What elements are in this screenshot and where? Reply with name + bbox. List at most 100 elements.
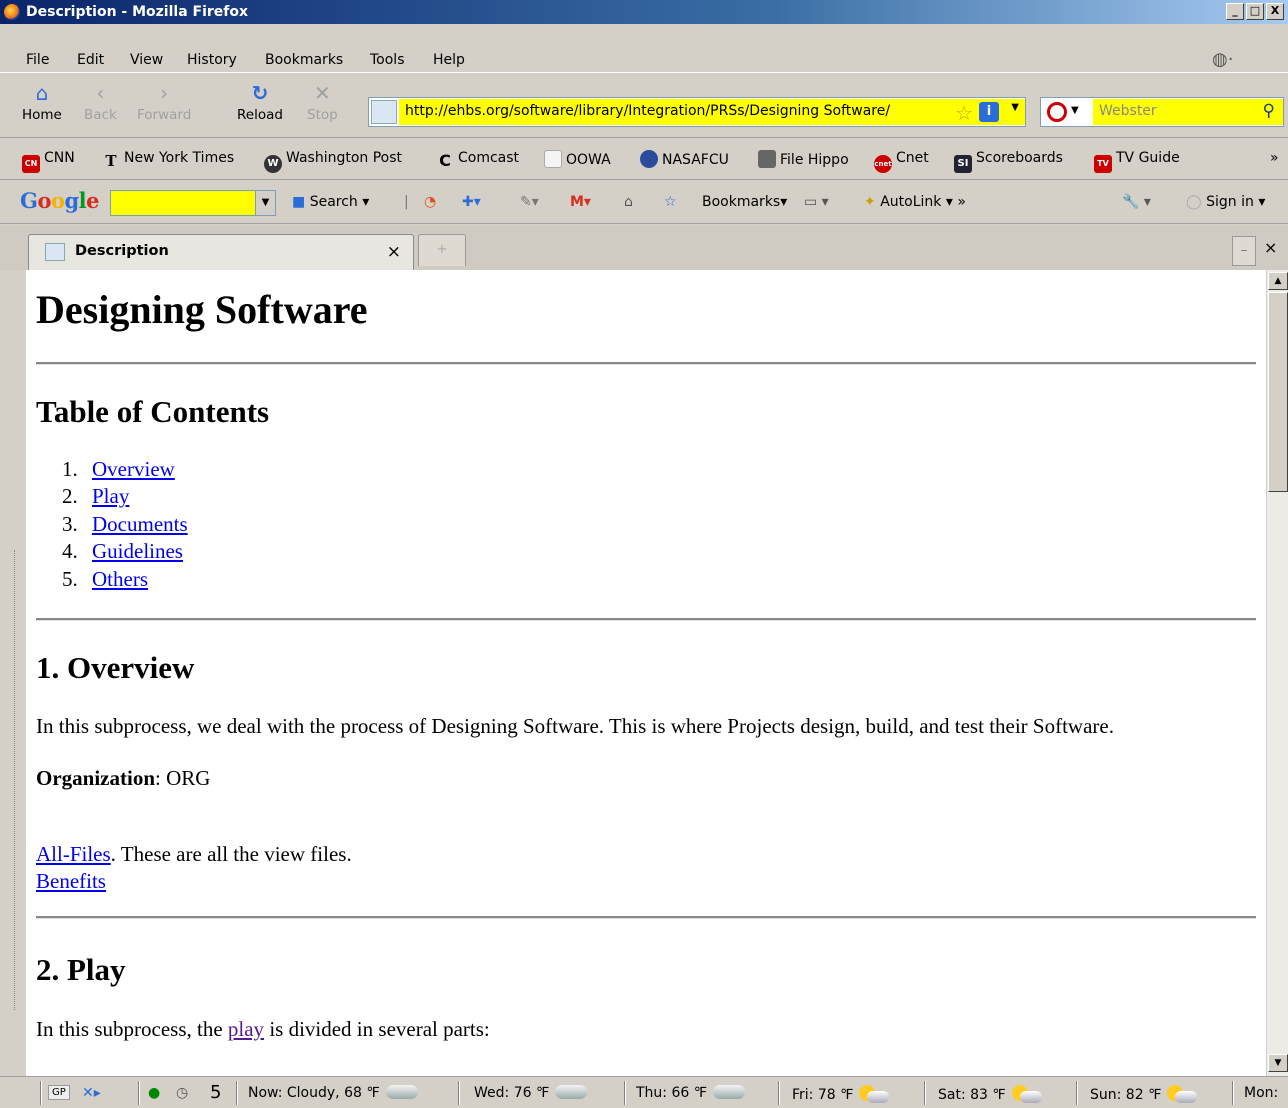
search-engine-selector[interactable]: ▼: [1043, 100, 1091, 124]
close-tab-icon[interactable]: ×: [387, 242, 401, 262]
weather-sun[interactable]: Sun: 82 ℉: [1090, 1085, 1198, 1103]
scroll-up-arrow-icon[interactable]: ▲: [1268, 272, 1288, 290]
clock-icon[interactable]: ◷: [176, 1085, 188, 1101]
tab-description[interactable]: Description ×: [28, 234, 414, 270]
add-button[interactable]: ✚▾: [462, 194, 481, 210]
weather-now[interactable]: Now: Cloudy, 68 ℉: [248, 1085, 418, 1101]
vertical-scrollbar[interactable]: ▲ ▼: [1266, 270, 1288, 1076]
bookmark-cnn[interactable]: CN CNN: [22, 150, 75, 173]
address-bar[interactable]: http://ehbs.org/software/library/Integra…: [368, 97, 1026, 127]
all-files-link[interactable]: All-Files: [36, 842, 111, 866]
navigation-toolbar: ⌂ Home ‹ Back › Forward ↻ Reload ✕ Stop …: [0, 72, 1288, 138]
bookmark-scoreboards[interactable]: SI Scoreboards: [954, 150, 1063, 173]
pagerank-icon[interactable]: ◔: [424, 194, 436, 210]
toc-list: 1. Overview 2. Play 3. Documents 4. Guidelin…: [62, 456, 188, 593]
weather-fri[interactable]: Fri: 78 ℉: [792, 1085, 890, 1103]
benefits-link[interactable]: Benefits: [36, 869, 106, 893]
scroll-thumb[interactable]: [1268, 292, 1288, 492]
cloudy-icon: [713, 1085, 746, 1099]
weather-mon[interactable]: Mon:: [1244, 1085, 1278, 1101]
bookmark-star-icon[interactable]: ☆: [955, 101, 973, 125]
status-bar: GP ✕▸ ● ◷ 5 Now: Cloudy, 68 ℉ Wed: 76 ℉ …: [0, 1076, 1288, 1108]
weather-thu[interactable]: Thu: 66 ℉: [636, 1085, 746, 1101]
sidebar-handle[interactable]: [6, 270, 22, 1076]
autolink-button[interactable]: ✦ AutoLink ▾ »: [864, 194, 966, 210]
bookmark-washington-post[interactable]: W Washington Post: [264, 150, 402, 173]
google-search-dropdown-icon[interactable]: ▼: [255, 191, 275, 215]
sidewiki-icon[interactable]: ✎▾: [520, 194, 539, 210]
toc-link-guidelines[interactable]: Guidelines: [92, 539, 183, 563]
search-input[interactable]: Webster: [1093, 99, 1283, 125]
search-icon[interactable]: ⚲: [1263, 101, 1275, 121]
menu-bookmarks[interactable]: Bookmarks: [265, 52, 343, 68]
url-input[interactable]: http://ehbs.org/software/library/Integra…: [399, 99, 1025, 125]
back-button[interactable]: ‹ Back: [84, 81, 117, 123]
home-button[interactable]: ⌂ Home: [22, 81, 62, 123]
google-search-input[interactable]: ▼: [110, 190, 276, 216]
scroll-down-arrow-icon[interactable]: ▼: [1268, 1054, 1288, 1072]
home-label: Home: [22, 107, 62, 123]
autofill-icon[interactable]: ▭ ▾: [804, 194, 829, 210]
stop-button[interactable]: ✕ Stop: [307, 81, 338, 123]
google-toolbar: Google ▼ ■ Search ▾ | ◔ ✚▾ ✎▾ M▾ ⌂ ☆ Boo…: [0, 182, 1288, 224]
close-window-button[interactable]: X: [1266, 3, 1284, 20]
autolink-wand-icon: ✦: [864, 194, 876, 210]
minimize-button[interactable]: _: [1226, 3, 1244, 20]
search-bar[interactable]: ▼ Webster ⚲: [1040, 97, 1284, 127]
menu-tools[interactable]: Tools: [370, 52, 405, 68]
bookmark-cnet[interactable]: cnet Cnet: [874, 150, 929, 173]
menu-history[interactable]: History: [187, 52, 237, 68]
url-dropdown-icon[interactable]: ▼: [1011, 102, 1019, 113]
menu-edit[interactable]: Edit: [77, 52, 104, 68]
bookmark-nasafcu[interactable]: NASAFCU: [640, 150, 729, 168]
close-tab-button[interactable]: ×: [1264, 238, 1277, 257]
organization-line: Organization: ORG: [36, 766, 210, 791]
toc-link-documents[interactable]: Documents: [92, 512, 188, 536]
gp-badge[interactable]: GP: [48, 1085, 70, 1100]
bookmark-oowa[interactable]: OOWA: [544, 150, 611, 168]
bookmark-tv-guide[interactable]: TV TV Guide: [1094, 150, 1180, 173]
sign-in-button[interactable]: ◯ Sign in ▾: [1186, 194, 1265, 210]
reload-button[interactable]: ↻ Reload: [237, 81, 283, 123]
google-bookmarks-menu[interactable]: Bookmarks▾: [702, 194, 787, 210]
back-label: Back: [84, 107, 117, 123]
toc-link-overview[interactable]: Overview: [92, 457, 175, 481]
tab-bar: Description × + – ×: [0, 226, 1288, 270]
toc-item: 1. Overview: [62, 457, 175, 481]
tvguide-icon: TV: [1094, 155, 1112, 173]
xmarks-icon[interactable]: ✕▸: [82, 1085, 101, 1101]
share-icon[interactable]: ⌂: [624, 194, 633, 210]
google-search-button[interactable]: ■ Search ▾: [292, 194, 369, 210]
toc-link-others[interactable]: Others: [92, 567, 148, 591]
play-text: In this subprocess, the play is divided …: [36, 1017, 490, 1041]
maximize-button[interactable]: □: [1246, 3, 1264, 20]
forward-button[interactable]: › Forward: [137, 81, 191, 123]
toc-link-play[interactable]: Play: [92, 484, 129, 508]
bookmark-nyt[interactable]: T New York Times: [102, 150, 234, 170]
cloudy-icon: [385, 1085, 418, 1099]
all-files-text: . These are all the view files.: [110, 842, 352, 866]
cnet-icon: cnet: [874, 155, 892, 173]
info-icon[interactable]: i: [979, 102, 999, 122]
wrench-icon[interactable]: 🔧 ▾: [1122, 194, 1151, 210]
status-icon[interactable]: ◍·: [1212, 49, 1233, 70]
gmail-icon[interactable]: M▾: [570, 194, 591, 210]
weather-sat[interactable]: Sat: 83 ℉: [938, 1085, 1042, 1103]
bookmark-comcast[interactable]: C Comcast: [436, 150, 519, 170]
play-link[interactable]: play: [228, 1017, 264, 1041]
menu-help[interactable]: Help: [433, 52, 465, 68]
green-status-icon[interactable]: ●: [148, 1085, 160, 1101]
user-icon: ◯: [1186, 194, 1202, 210]
google-logo[interactable]: Google: [20, 188, 100, 213]
bookmark-star-outline-icon[interactable]: ☆: [664, 194, 677, 210]
tab-list-button[interactable]: –: [1232, 236, 1256, 266]
weather-wed[interactable]: Wed: 76 ℉: [474, 1085, 588, 1101]
toc-item: 4. Guidelines: [62, 539, 183, 564]
menu-view[interactable]: View: [130, 52, 163, 68]
bookmarks-overflow-button[interactable]: »: [1270, 150, 1279, 166]
menu-file[interactable]: File: [26, 52, 49, 68]
new-tab-button[interactable]: +: [418, 234, 466, 266]
toc-item: 2. Play: [62, 484, 130, 509]
title-bar: Description - Mozilla Firefox _ □ X: [0, 0, 1288, 24]
bookmark-file-hippo[interactable]: File Hippo: [758, 150, 849, 168]
